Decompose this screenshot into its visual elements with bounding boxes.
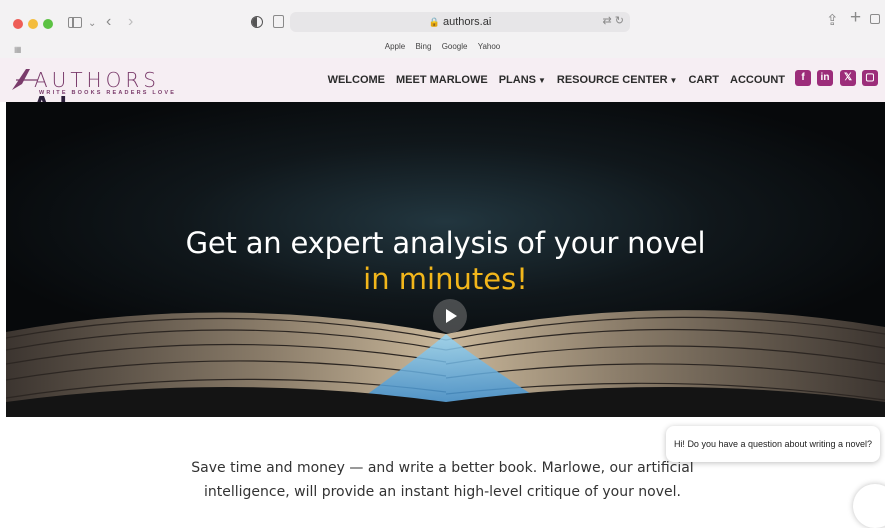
favorite-link[interactable]: Yahoo	[478, 42, 501, 51]
site-logo[interactable]: AUTHORS A.I. WRITE BOOKS READERS LOVE	[6, 62, 196, 116]
tab-overview-icon[interactable]	[870, 14, 880, 24]
close-window-button[interactable]	[13, 19, 23, 29]
new-tab-icon[interactable]: +	[850, 8, 861, 27]
favorites-bar: Apple Bing Google Yahoo	[0, 42, 885, 51]
lock-icon: 🔒	[428, 17, 440, 27]
url-text: authors.ai	[442, 16, 492, 28]
page-menu-icon[interactable]	[273, 15, 284, 28]
main-nav: WELCOME MEET MARLOWE PLANS ▼ RESOURCE CEN…	[317, 58, 785, 102]
nav-welcome[interactable]: WELCOME	[328, 74, 385, 86]
facebook-icon[interactable]: f	[795, 70, 811, 86]
intro-line: intelligence, will provide an instant hi…	[204, 484, 681, 500]
browser-toolbar: ⌄ ‹ › 🔒 authors.ai ⇄ ↻ ⇪ + ▦ Apple Bing G…	[0, 0, 885, 59]
favorite-link[interactable]: Apple	[385, 42, 405, 51]
caret-down-icon: ▼	[669, 76, 678, 85]
intro-line: Save time and money — and write a better…	[191, 460, 694, 476]
chevron-down-icon[interactable]: ⌄	[88, 17, 96, 31]
nav-account[interactable]: ACCOUNT	[730, 74, 785, 86]
logo-wordmark: AUTHORS	[34, 68, 160, 92]
nav-meet-marlowe[interactable]: MEET MARLOWE	[396, 74, 488, 86]
address-bar[interactable]: 🔒 authors.ai ⇄ ↻	[290, 12, 630, 32]
translate-reload-icon[interactable]: ⇄ ↻	[603, 14, 625, 27]
caret-down-icon: ▼	[537, 76, 546, 85]
forward-arrow-icon[interactable]: ›	[128, 14, 133, 30]
back-arrow-icon[interactable]: ‹	[106, 14, 111, 30]
share-icon[interactable]: ⇪	[826, 13, 839, 28]
nav-cart[interactable]: CART	[688, 74, 719, 86]
favorite-link[interactable]: Google	[442, 42, 468, 51]
minimize-window-button[interactable]	[28, 19, 38, 29]
chat-launcher-button[interactable]	[853, 484, 885, 528]
privacy-shield-icon[interactable]	[251, 16, 263, 28]
nav-resource-center-label: RESOURCE CENTER	[556, 74, 668, 86]
x-icon[interactable]: 𝕏	[840, 70, 856, 86]
hero-accent: in minutes!	[363, 262, 528, 296]
intro-text: Save time and money — and write a better…	[190, 456, 695, 504]
chat-greeting-bubble[interactable]: Hi! Do you have a question about writing…	[666, 426, 880, 462]
linkedin-icon[interactable]: in	[817, 70, 833, 86]
play-video-button[interactable]	[433, 299, 467, 333]
nav-plans[interactable]: PLANS ▼	[499, 74, 546, 86]
logo-tagline: WRITE BOOKS READERS LOVE	[39, 90, 177, 96]
favorite-link[interactable]: Bing	[415, 42, 431, 51]
nav-resource-center[interactable]: RESOURCE CENTER ▼	[557, 74, 678, 86]
hero-banner: Get an expert analysis of your novel in …	[6, 102, 885, 417]
hero-title: Get an expert analysis of your novel	[185, 226, 706, 260]
sidebar-toggle-icon[interactable]	[68, 17, 82, 28]
calendar-icon[interactable]: ▢	[862, 70, 878, 86]
nav-plans-label: PLANS	[498, 74, 536, 86]
zoom-window-button[interactable]	[43, 19, 53, 29]
